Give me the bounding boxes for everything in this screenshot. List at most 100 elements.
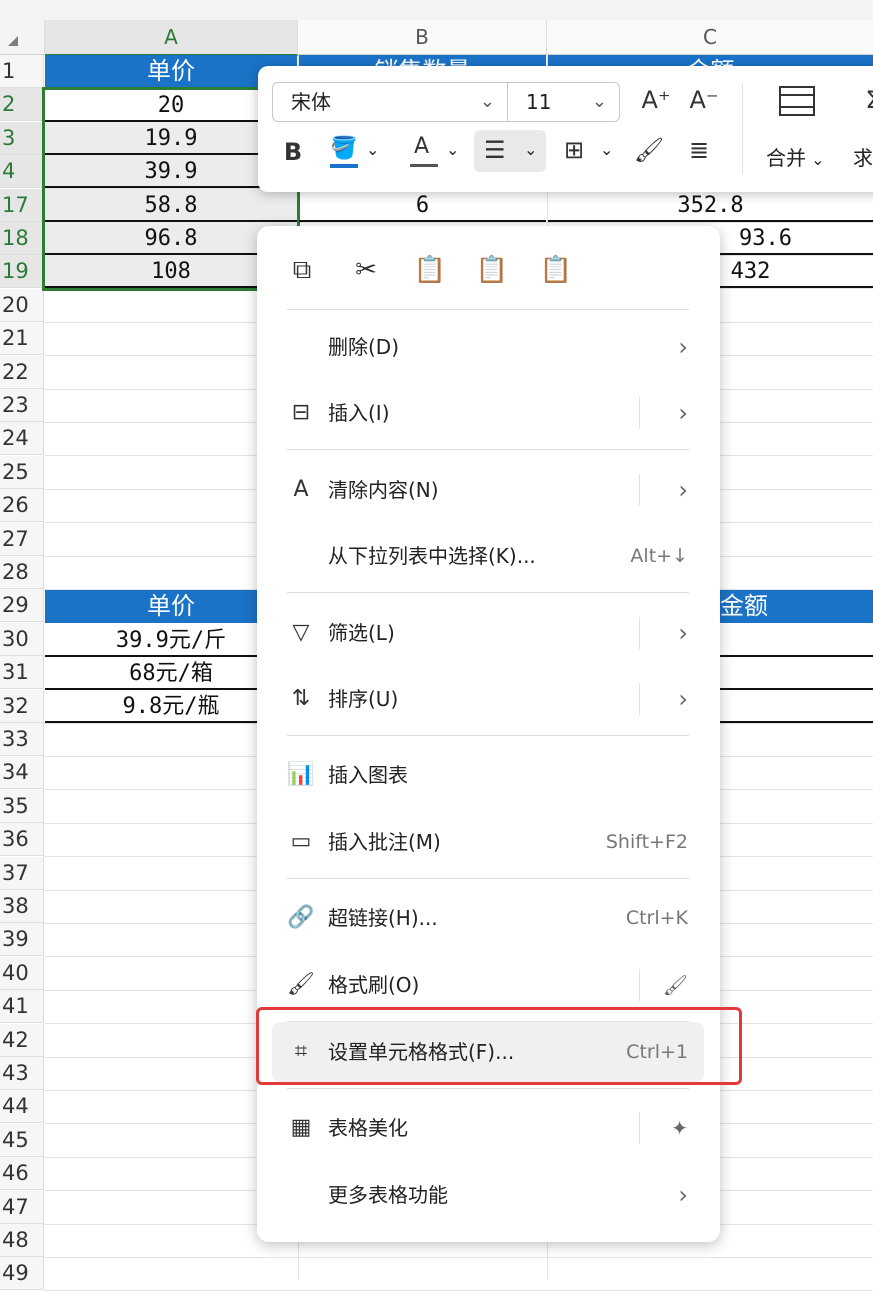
borders-button[interactable]: ⊞ ⌄ <box>562 136 614 170</box>
cell-c17[interactable]: 352.8 <box>548 189 873 222</box>
menu-item-label: 从下拉列表中选择(K)... <box>328 544 536 568</box>
chevron-right-icon: › <box>678 619 688 647</box>
row-header[interactable]: 43 <box>0 1057 44 1090</box>
row-header[interactable]: 46 <box>0 1157 44 1191</box>
row-header[interactable]: 42 <box>0 1023 44 1057</box>
column-header-b[interactable]: B <box>298 20 547 55</box>
row-header[interactable]: 30 <box>0 622 44 656</box>
cut-icon[interactable]: ✂ <box>344 247 388 293</box>
chevron-right-icon: › <box>678 333 688 361</box>
column-header-a[interactable]: A <box>45 20 298 56</box>
sum-icon[interactable]: Σ <box>858 86 873 114</box>
menu-item[interactable]: ⊟ 插入(I) › <box>272 383 704 443</box>
row-header[interactable]: 21 <box>0 322 44 356</box>
decrease-font-button[interactable]: A⁻ <box>686 86 722 114</box>
menu-item[interactable]: A 清除内容(N) › <box>272 460 704 520</box>
menu-item-label: 超链接(H)... <box>328 906 438 930</box>
paste-text-icon[interactable]: 📋 <box>470 247 514 293</box>
row-header[interactable]: 33 <box>0 723 44 756</box>
row-header[interactable]: 39 <box>0 923 44 957</box>
row-header[interactable]: 20 <box>0 288 44 322</box>
menu-item[interactable]: 📊 插入图表 <box>272 745 704 805</box>
format-painter-icon[interactable]: 🖌 <box>663 955 688 1015</box>
row-header[interactable]: 23 <box>0 389 44 422</box>
row-header[interactable]: 32 <box>0 689 44 723</box>
menu-item-label: 插入图表 <box>328 763 408 787</box>
column-header-c[interactable]: C <box>547 20 873 55</box>
chevron-right-icon: › <box>678 1181 688 1209</box>
chevron-right-icon: › <box>678 399 688 427</box>
fill-color-button[interactable]: 🪣 ⌄ <box>328 136 380 170</box>
menu-item[interactable]: ▽ 筛选(L) › <box>272 603 704 663</box>
format-painter-icon[interactable]: 🖌 <box>632 136 666 164</box>
menu-item[interactable]: ▭ 插入批注(M) Shift+F2 <box>272 812 704 872</box>
row-header[interactable]: 41 <box>0 990 44 1024</box>
font-color-button[interactable]: A ⌄ <box>408 134 460 170</box>
menu-item[interactable]: 🔗 超链接(H)... Ctrl+K <box>272 888 704 948</box>
row-header[interactable]: 28 <box>0 556 44 589</box>
row-header[interactable]: 31 <box>0 656 44 690</box>
font-family-value: 宋体 <box>291 90 331 114</box>
menu-item[interactable]: ▦ 表格美化 ✦ <box>272 1098 704 1158</box>
menu-item[interactable]: 从下拉列表中选择(K)... Alt+↓ <box>272 526 704 586</box>
menu-separator <box>287 1088 689 1089</box>
align-button[interactable]: ☰ ⌄ <box>474 130 546 172</box>
row-header[interactable]: 17 <box>0 188 44 222</box>
magic-wand-icon[interactable]: ✦ <box>671 1098 688 1158</box>
cell-b17[interactable]: 6 <box>299 189 546 222</box>
clear-icon: A <box>293 477 309 502</box>
paste-icon[interactable]: 📋 <box>408 247 452 293</box>
sum-button[interactable]: 求 <box>853 142 873 171</box>
select-all-corner[interactable] <box>0 20 45 55</box>
menu-item[interactable]: 更多表格功能 › <box>272 1165 704 1225</box>
row-header[interactable]: 24 <box>0 422 44 456</box>
row-header[interactable]: 29 <box>0 589 44 623</box>
row-header[interactable]: 40 <box>0 956 44 990</box>
row-header[interactable]: 34 <box>0 756 44 790</box>
merge-button[interactable]: 合并 ⌄ <box>766 142 825 171</box>
wrap-text-icon[interactable]: ≣ <box>682 136 716 164</box>
font-family-dropdown[interactable]: 宋体 ⌄ <box>272 82 508 122</box>
font-size-dropdown[interactable]: 11 ⌄ <box>508 82 620 122</box>
menu-item[interactable]: 删除(D) › <box>272 317 704 377</box>
row-header[interactable]: 4 <box>0 155 44 189</box>
row-header[interactable]: 47 <box>0 1190 44 1224</box>
row-header[interactable]: 19 <box>0 255 44 289</box>
row-header[interactable]: 27 <box>0 522 44 556</box>
row-header[interactable]: 36 <box>0 823 44 857</box>
font-color-swatch <box>410 164 438 167</box>
menu-item-label: 更多表格功能 <box>328 1183 448 1207</box>
chevron-down-icon: ⌄ <box>806 150 825 169</box>
row-header[interactable]: 44 <box>0 1090 44 1124</box>
menu-item[interactable]: 🖌 格式刷(O) 🖌 <box>272 955 704 1015</box>
menu-item-divider <box>639 683 640 715</box>
row-header[interactable]: 37 <box>0 856 44 890</box>
row-header[interactable]: 3 <box>0 121 44 155</box>
increase-font-button[interactable]: A⁺ <box>638 86 674 114</box>
bold-button[interactable]: B <box>280 138 306 166</box>
link-icon: 🔗 <box>287 905 315 930</box>
menu-item-divider <box>639 969 640 1001</box>
row-header[interactable]: 45 <box>0 1123 44 1157</box>
row-header[interactable]: 38 <box>0 890 44 923</box>
row-header[interactable]: 48 <box>0 1224 44 1257</box>
row-header[interactable]: 49 <box>0 1257 44 1291</box>
row-header[interactable]: 1 <box>0 55 44 88</box>
row-header[interactable]: 35 <box>0 789 44 823</box>
chevron-down-icon: ⌄ <box>479 91 495 112</box>
menu-item-shortcut: Shift+F2 <box>605 831 688 853</box>
row-header[interactable]: 18 <box>0 222 44 255</box>
menu-separator <box>287 735 689 736</box>
font-size-value: 11 <box>526 90 552 114</box>
row-header[interactable]: 25 <box>0 455 44 489</box>
paste-special-icon[interactable]: 📋 <box>534 247 578 293</box>
row-header[interactable]: 2 <box>0 88 44 122</box>
menu-item[interactable]: ⇅ 排序(U) › <box>272 669 704 729</box>
row-header[interactable]: 22 <box>0 355 44 389</box>
copy-icon[interactable]: ⧉ <box>280 247 324 293</box>
menu-separator <box>287 449 689 450</box>
row-header[interactable]: 26 <box>0 489 44 523</box>
merge-icon[interactable] <box>778 84 816 118</box>
menu-item-divider <box>639 617 640 649</box>
menu-separator <box>287 878 689 879</box>
